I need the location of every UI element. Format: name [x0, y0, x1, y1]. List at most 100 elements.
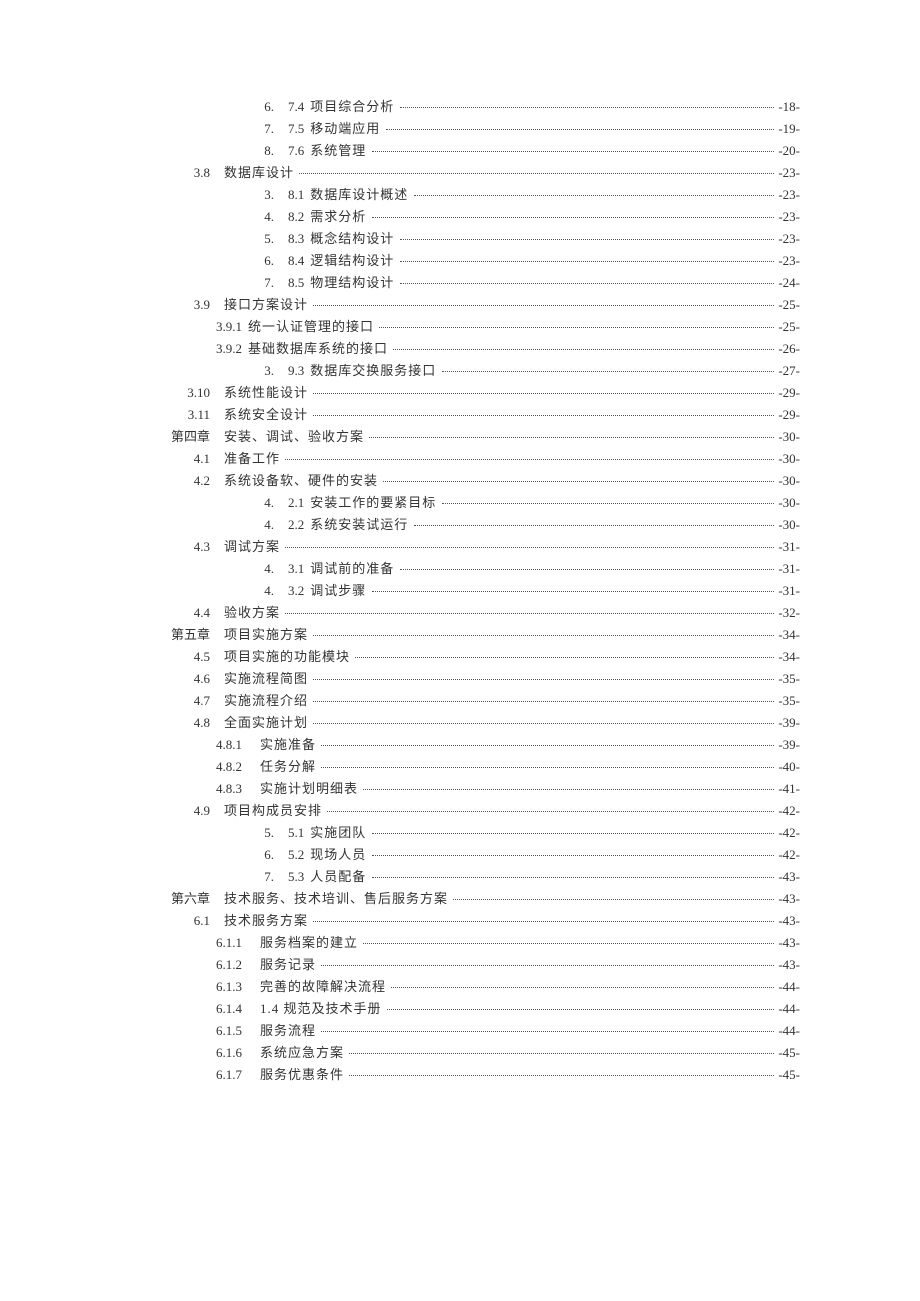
- dot-leader: [400, 283, 775, 284]
- subsection-prefix: 4.8.3: [216, 782, 260, 795]
- title-trailing-space: [388, 342, 391, 355]
- toc-row: 6.5.2现场人员 -42-: [120, 848, 800, 861]
- section-number: 4.: [216, 584, 274, 597]
- dot-leader: [363, 943, 774, 944]
- toc-list: 6.7.4项目综合分析 -18-7.7.5移动端应用 -19-8.7.6系统管理…: [120, 100, 800, 1081]
- toc-row: 6.1.1服务档案的建立 -43-: [120, 936, 800, 949]
- toc-title: 1.4 规范及技术手册: [260, 1002, 382, 1015]
- title-trailing-space: [394, 562, 397, 575]
- section-number: 4.: [216, 210, 274, 223]
- section-number: 3.: [216, 188, 274, 201]
- dot-leader: [321, 745, 774, 746]
- section-number: 6.: [216, 848, 274, 861]
- subsection-prefix: 6.1.1: [216, 936, 260, 949]
- subsection-prefix: 8.4: [288, 254, 310, 267]
- toc-title: 安装、调试、验收方案: [224, 430, 364, 443]
- page-number: -19-: [776, 122, 800, 135]
- title-trailing-space: [316, 1024, 319, 1037]
- dot-leader: [327, 811, 774, 812]
- title-trailing-space: [378, 474, 381, 487]
- title-trailing-space: [366, 848, 369, 861]
- dot-leader: [453, 899, 774, 900]
- page-number: -32-: [776, 606, 800, 619]
- dot-leader: [400, 261, 775, 262]
- title-trailing-space: [308, 628, 311, 641]
- title-trailing-space: [448, 892, 451, 905]
- page-number: -25-: [776, 320, 800, 333]
- title-trailing-space: [344, 1068, 347, 1081]
- dot-leader: [400, 107, 775, 108]
- page-number: -29-: [776, 386, 800, 399]
- toc-title: 服务记录: [260, 958, 316, 971]
- section-number: 4.3: [152, 540, 210, 553]
- dot-leader: [383, 481, 774, 482]
- toc-row: 3.10系统性能设计 -29-: [120, 386, 800, 399]
- title-trailing-space: [308, 672, 311, 685]
- section-number: 3.: [216, 364, 274, 377]
- title-trailing-space: [322, 804, 325, 817]
- title-trailing-space: [394, 254, 397, 267]
- subsection-prefix: 8.1: [288, 188, 310, 201]
- chapter-number: 第四章: [152, 430, 210, 443]
- dot-leader: [285, 459, 774, 460]
- title-trailing-space: [308, 298, 311, 311]
- toc-row: 4.3调试方案 -31-: [120, 540, 800, 553]
- subsection-prefix: 5.3: [288, 870, 310, 883]
- toc-title: 服务档案的建立: [260, 936, 358, 949]
- page-number: -31-: [776, 562, 800, 575]
- title-trailing-space: [308, 408, 311, 421]
- title-trailing-space: [308, 694, 311, 707]
- dot-leader: [321, 767, 774, 768]
- title-trailing-space: [366, 870, 369, 883]
- page-number: -25-: [776, 298, 800, 311]
- toc-row: 第四章安装、调试、验收方案 -30-: [120, 430, 800, 443]
- page-number: -34-: [776, 628, 800, 641]
- subsection-prefix: 3.9.2: [216, 342, 248, 355]
- subsection-prefix: 8.5: [288, 276, 310, 289]
- section-number: 4.8: [152, 716, 210, 729]
- title-trailing-space: [366, 826, 369, 839]
- dot-leader: [321, 965, 774, 966]
- subsection-prefix: 6.1.6: [216, 1046, 260, 1059]
- section-number: 7.: [216, 870, 274, 883]
- section-number: 4.: [216, 562, 274, 575]
- title-trailing-space: [408, 518, 411, 531]
- toc-title: 现场人员: [310, 848, 366, 861]
- title-trailing-space: [308, 914, 311, 927]
- toc-row: 4.2.1安装工作的要紧目标 -30-: [120, 496, 800, 509]
- section-number: 3.10: [152, 386, 210, 399]
- title-trailing-space: [308, 386, 311, 399]
- page-number: -43-: [776, 870, 800, 883]
- page-number: -29-: [776, 408, 800, 421]
- dot-leader: [285, 547, 774, 548]
- toc-row: 7.8.5物理结构设计 -24-: [120, 276, 800, 289]
- toc-title: 系统管理: [310, 144, 366, 157]
- subsection-prefix: 4.8.2: [216, 760, 260, 773]
- page-number: -31-: [776, 540, 800, 553]
- section-number: 5.: [216, 232, 274, 245]
- toc-row: 3.9.1统一认证管理的接口 -25-: [120, 320, 800, 333]
- toc-title: 基础数据库系统的接口: [248, 342, 388, 355]
- title-trailing-space: [380, 122, 383, 135]
- subsection-prefix: 4.8.1: [216, 738, 260, 751]
- toc-row: 第五章项目实施方案 -34-: [120, 628, 800, 641]
- title-trailing-space: [308, 716, 311, 729]
- toc-row: 6.7.4项目综合分析 -18-: [120, 100, 800, 113]
- dot-leader: [313, 415, 774, 416]
- page-number: -35-: [776, 694, 800, 707]
- chapter-number: 第六章: [152, 892, 210, 905]
- dot-leader: [442, 503, 775, 504]
- title-trailing-space: [394, 276, 397, 289]
- page-number: -23-: [776, 166, 800, 179]
- page-number: -30-: [776, 518, 800, 531]
- section-number: 4.: [216, 518, 274, 531]
- toc-row: 5.5.1实施团队 -42-: [120, 826, 800, 839]
- section-number: 4.6: [152, 672, 210, 685]
- dot-leader: [355, 657, 774, 658]
- section-number: 3.11: [152, 408, 210, 421]
- title-trailing-space: [408, 188, 411, 201]
- page-number: -20-: [776, 144, 800, 157]
- dot-leader: [393, 349, 774, 350]
- section-number: 8.: [216, 144, 274, 157]
- subsection-prefix: 6.1.5: [216, 1024, 260, 1037]
